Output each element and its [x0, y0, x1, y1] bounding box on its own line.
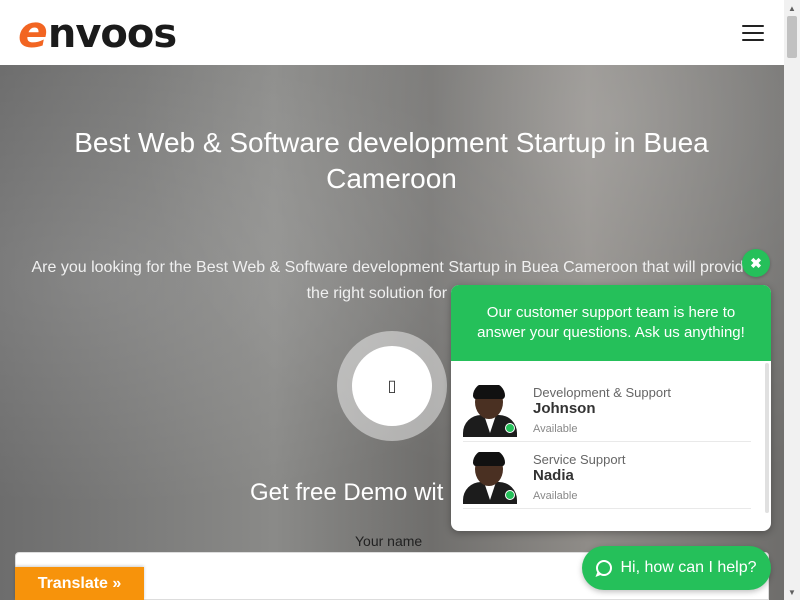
online-status-dot	[505, 423, 515, 433]
scrollbar-thumb[interactable]	[787, 16, 797, 58]
menu-bar	[742, 31, 764, 34]
agent-role: Development & Support	[533, 385, 672, 400]
avatar	[463, 385, 517, 437]
hamburger-menu-icon[interactable]	[742, 24, 764, 41]
support-chat-panel: Our customer support team is here to ans…	[451, 285, 771, 531]
chat-launcher-label: Hi, how can I help?	[620, 559, 757, 576]
agent-status: Available	[533, 490, 578, 502]
translate-button[interactable]: Translate »	[15, 567, 144, 600]
play-icon: ▯	[352, 346, 432, 426]
scroll-down-arrow-icon[interactable]: ▼	[784, 584, 800, 600]
name-field-label: Your name	[355, 533, 423, 549]
menu-bar	[742, 24, 764, 27]
agent-info: Development & Support Johnson Available	[533, 385, 671, 440]
agent-item-johnson[interactable]: Development & Support Johnson Available	[463, 375, 751, 442]
demo-heading: Get free Demo wit	[250, 479, 444, 506]
logo-letter-e: e	[18, 6, 48, 58]
chat-launcher-button[interactable]: Hi, how can I help?	[582, 546, 771, 590]
agent-item-nadia[interactable]: Service Support Nadia Available	[463, 442, 751, 509]
agent-list: Development & Support Johnson Available …	[451, 361, 771, 531]
avatar	[463, 452, 517, 504]
agent-name: Nadia	[533, 467, 574, 484]
logo-wordmark: nvoos	[47, 10, 177, 57]
scroll-up-arrow-icon[interactable]: ▲	[784, 0, 800, 16]
hero-title: Best Web & Software development Startup …	[74, 127, 709, 194]
menu-bar	[742, 38, 764, 41]
close-icon[interactable]: ✖	[742, 249, 770, 277]
chat-header-text: Our customer support team is here to ans…	[451, 285, 771, 361]
online-status-dot	[505, 490, 515, 500]
site-header: e nvoos	[0, 0, 784, 65]
whatsapp-icon	[596, 560, 613, 576]
agent-name: Johnson	[533, 400, 596, 417]
agent-status: Available	[533, 423, 578, 435]
agent-role: Service Support	[533, 452, 626, 467]
envoos-logo[interactable]: e nvoos	[18, 6, 177, 58]
agent-info: Service Support Nadia Available	[533, 452, 626, 507]
page-scrollbar[interactable]: ▲ ▼	[784, 0, 800, 600]
video-play-button[interactable]: ▯	[337, 331, 447, 441]
